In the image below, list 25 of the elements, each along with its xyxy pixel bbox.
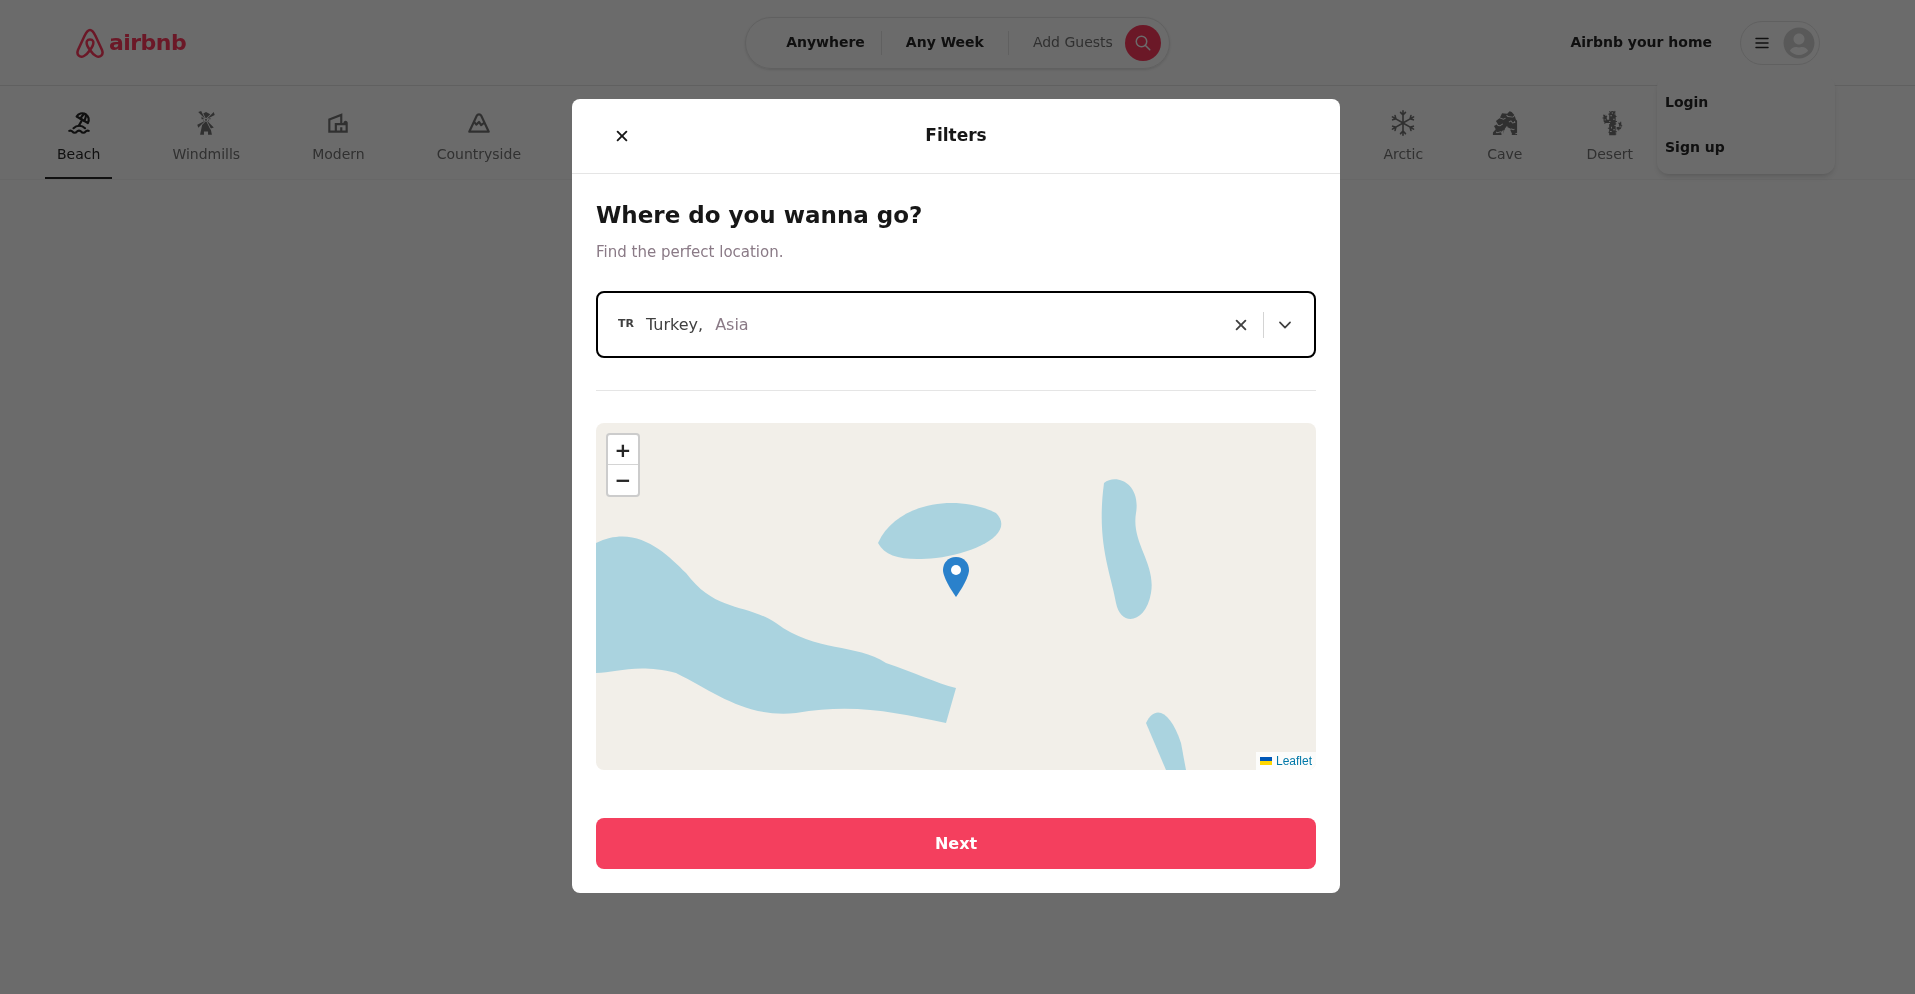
map[interactable]: + − Leaflet: [596, 423, 1316, 770]
menu-item[interactable]: Sign up: [1657, 125, 1835, 170]
category-tab[interactable]: Countryside: [424, 98, 533, 179]
region-name: Asia: [715, 313, 749, 336]
next-button[interactable]: Next: [596, 818, 1316, 869]
category-tab[interactable]: Cave: [1475, 98, 1535, 179]
category-tab[interactable]: Arctic: [1371, 98, 1436, 179]
zoom-in-button[interactable]: +: [608, 435, 638, 465]
category-tab[interactable]: Beach: [45, 98, 113, 179]
modal-title: Filters: [925, 124, 987, 148]
country-code: TR: [618, 316, 634, 333]
category-tab[interactable]: Modern: [300, 98, 377, 179]
zoom-out-button[interactable]: −: [608, 465, 638, 495]
modal-heading: Where do you wanna go?: [596, 201, 924, 230]
category-tab[interactable]: Windmills: [160, 98, 253, 179]
modal-subtitle: Find the perfect location.: [596, 241, 785, 263]
menu-item[interactable]: Login: [1657, 80, 1835, 125]
category-tab[interactable]: Desert: [1574, 98, 1645, 179]
country-name: Turkey,: [646, 313, 704, 336]
search-location[interactable]: Anywhere: [770, 32, 881, 53]
logo-text: airbnb: [109, 29, 187, 57]
search-week[interactable]: Any Week: [881, 32, 1008, 53]
host-link[interactable]: Airbnb your home: [1570, 32, 1712, 53]
location-select[interactable]: TR Turkey, Asia: [596, 291, 1316, 358]
search-guests[interactable]: Add Guests: [1008, 32, 1125, 53]
